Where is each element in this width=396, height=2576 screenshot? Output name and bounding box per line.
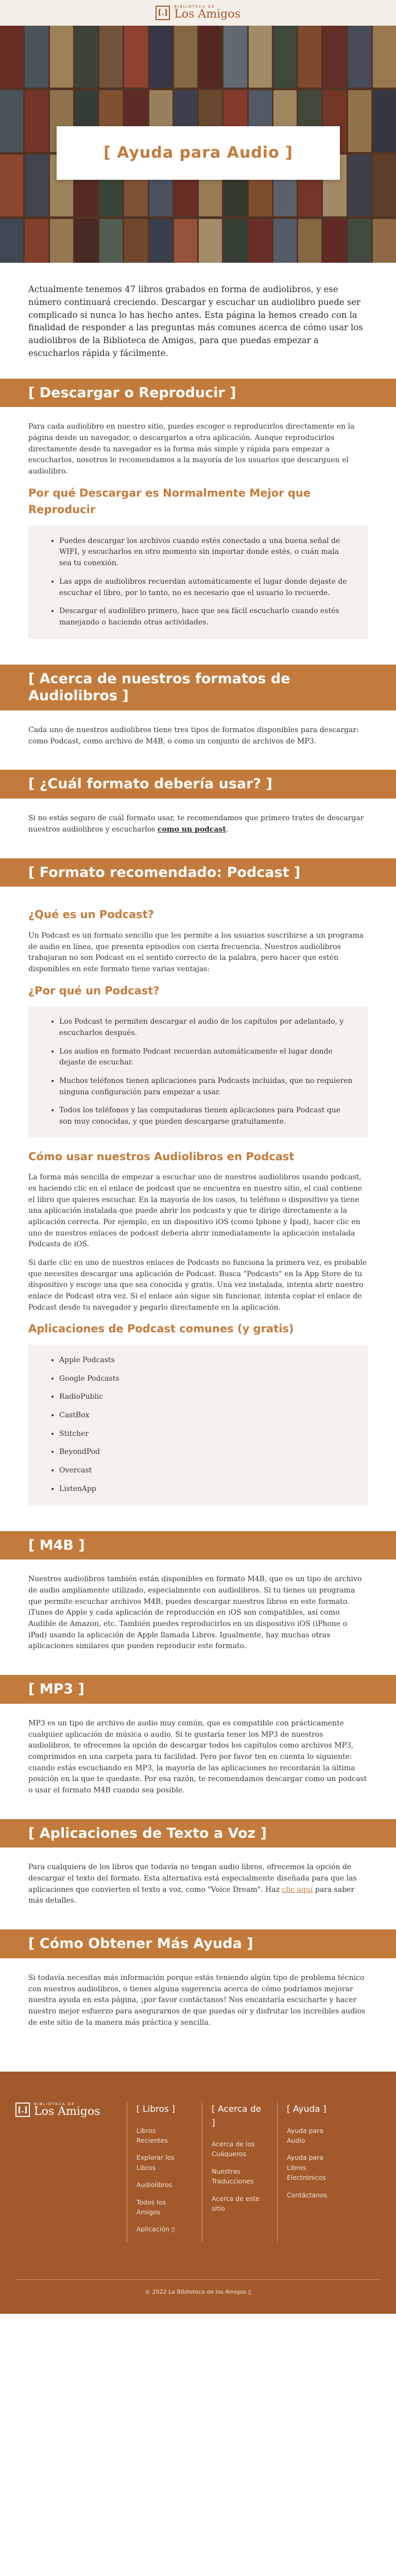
- site-logo[interactable]: [.] BIBLIOTECA DE Los Amigos: [156, 5, 240, 20]
- footer-link[interactable]: Todos los Amigos: [136, 2197, 188, 2217]
- logo-mark-icon: [.]: [15, 2103, 30, 2117]
- footer-col-libros: [ Libros ] Libros Recientes Explorar los…: [127, 2103, 188, 2242]
- section-m4b: Nuestros audiolibros también están dispo…: [0, 1560, 396, 1675]
- site-footer: [.] BIBLIOTECA DE Los Amigos [ Libros ] …: [0, 2072, 396, 2314]
- list-item: Descargar el audiolibro primero, hace qu…: [59, 606, 353, 628]
- section-texto-voz: Para cualquiera de los libros que todaví…: [0, 1848, 396, 1929]
- list-item: Los Podcast te permiten descargar el aud…: [59, 1016, 353, 1039]
- podcast-benefits-card: Los Podcast te permiten descargar el aud…: [28, 1006, 368, 1138]
- hero-banner: [ Ayuda para Audio ]: [0, 26, 396, 263]
- footer-link[interactable]: Audiolibros: [136, 2180, 188, 2190]
- list-item: Apple Podcasts: [59, 1355, 353, 1366]
- footer-logo-big: Los Amigos: [34, 2105, 100, 2119]
- list-item: CastBox: [59, 1410, 353, 1421]
- podcast-link[interactable]: como un podcast: [158, 825, 226, 834]
- footer-logo[interactable]: [.] BIBLIOTECA DE Los Amigos: [15, 2103, 113, 2241]
- top-header: [.] BIBLIOTECA DE Los Amigos: [0, 0, 396, 26]
- subheading-podcast-apps: Aplicaciones de Podcast comunes (y grati…: [28, 1323, 294, 1335]
- click-here-link[interactable]: clic aquí: [282, 1886, 313, 1894]
- subheading-why-podcast: ¿Por qué un Podcast?: [28, 984, 160, 997]
- footer-link[interactable]: Nuestras Traducciones: [212, 2166, 264, 2187]
- footer-col-ayuda: [ Ayuda ] Ayuda para Audio Ayuda para Li…: [277, 2103, 339, 2242]
- section-descargar: Para cada audiolibro en nuestro sitio, p…: [0, 407, 396, 664]
- list-item: Puedes descargar los archivos cuando est…: [59, 536, 353, 569]
- list-item: Stitcher: [59, 1429, 353, 1440]
- footer-divider: [15, 2279, 381, 2280]
- section-heading-mp3: [ MP3 ]: [0, 1675, 396, 1704]
- subheading-why-download: Por qué Descargar es Normalmente Mejor q…: [28, 486, 311, 516]
- logo-big-text: Los Amigos: [174, 8, 240, 21]
- podcast-apps-card: Apple Podcasts Google Podcasts RadioPubl…: [28, 1345, 368, 1505]
- footer-link[interactable]: Contáctanos: [287, 2190, 339, 2200]
- intro-paragraph: Actualmente tenemos 47 libros grabados e…: [28, 284, 363, 358]
- mp3-paragraph: MP3 es un tipo de archivo de audio muy c…: [28, 1719, 367, 1794]
- section-heading-formatos: [ Acerca de nuestros formatos de Audioli…: [0, 664, 396, 711]
- list-item: RadioPublic: [59, 1392, 353, 1403]
- footer-col-title: [ Ayuda ]: [287, 2104, 326, 2115]
- logo-mark-icon: [.]: [156, 5, 170, 20]
- footer-link[interactable]: Acerca de este sitio: [212, 2194, 264, 2214]
- footer-col-title: [ Libros ]: [136, 2104, 175, 2115]
- list-item: ListenApp: [59, 1484, 353, 1495]
- footer-link[interactable]: Ayuda para Audio: [287, 2126, 339, 2146]
- podcast-troubleshoot-paragraph: Si darle clic en uno de nuestros enlaces…: [28, 1259, 367, 1312]
- footer-link[interactable]: Aplicación ▯: [136, 2224, 188, 2234]
- podcast-howto-paragraph: La forma más sencilla de empezar a escuc…: [28, 1173, 363, 1249]
- ayuda-paragraph: Si todavía necesitas más información por…: [28, 1973, 366, 2027]
- section-heading-podcast: [ Formato recomendado: Podcast ]: [0, 858, 396, 887]
- list-item: Overcast: [59, 1465, 353, 1477]
- texto-paragraph: Para cualquiera de los libros que todaví…: [28, 1863, 357, 1905]
- section-heading-cual: [ ¿Cuál formato debería usar? ]: [0, 770, 396, 799]
- cual-paragraph: Si no estás seguro de cuál formato usar,…: [28, 814, 364, 834]
- section-heading-texto-voz: [ Aplicaciones de Texto a Voz ]: [0, 1819, 396, 1848]
- section-ayuda: Si todavía necesitas más información por…: [0, 1958, 396, 2072]
- section-mp3: MP3 es un tipo de archivo de audio muy c…: [0, 1704, 396, 1819]
- section-heading-m4b: [ M4B ]: [0, 1531, 396, 1560]
- list-item: Los audios en formato Podcast recuerdan …: [59, 1046, 353, 1069]
- section-cual: Si no estás seguro de cuál formato usar,…: [0, 799, 396, 858]
- footer-col-acerca: [ Acerca de ] Acerca de los Cuáqueros Nu…: [202, 2103, 264, 2242]
- footer-link[interactable]: Ayuda para Libros Electrónicos: [287, 2153, 339, 2182]
- m4b-paragraph: Nuestros audiolibros también están dispo…: [28, 1575, 362, 1651]
- section-formatos: Cada uno de nuestros audiolibros tiene t…: [0, 710, 396, 770]
- list-item: Todos los teléfonos y las computadoras t…: [59, 1105, 353, 1127]
- list-item: Las apps de audiolibros recuerdan automá…: [59, 577, 353, 599]
- page-title: [ Ayuda para Audio ]: [104, 143, 293, 162]
- formatos-paragraph: Cada uno de nuestros audiolibros tiene t…: [28, 726, 359, 745]
- footer-link[interactable]: Acerca de los Cuáqueros: [212, 2139, 264, 2159]
- section-podcast: ¿Qué es un Podcast? Un Podcast es un for…: [0, 887, 396, 1531]
- footer-link[interactable]: Libros Recientes: [136, 2126, 188, 2146]
- footer-copyright: © 2022 La Biblioteca de los Amigos ▯: [145, 2289, 251, 2296]
- section-heading-ayuda: [ Cómo Obtener Más Ayuda ]: [0, 1929, 396, 1958]
- list-item: Muchos teléfonos tienen aplicaciones par…: [59, 1076, 353, 1098]
- hero-title-box: [ Ayuda para Audio ]: [57, 126, 340, 180]
- podcast-paragraph: Un Podcast es un formato sencillo que le…: [28, 931, 364, 973]
- benefits-card: Puedes descargar los archivos cuando est…: [28, 525, 368, 639]
- list-item: Google Podcasts: [59, 1374, 353, 1385]
- descargar-paragraph: Para cada audiolibro en nuestro sitio, p…: [28, 422, 355, 476]
- subheading-how-to-use: Cómo usar nuestros Audiolibros en Podcas…: [28, 1150, 295, 1163]
- list-item: BeyondPod: [59, 1447, 353, 1458]
- footer-link[interactable]: Explorar los Libros: [136, 2153, 188, 2173]
- section-heading-descargar: [ Descargar o Reproducir ]: [0, 378, 396, 408]
- subheading-what-is-podcast: ¿Qué es un Podcast?: [28, 908, 154, 921]
- footer-col-title: [ Acerca de ]: [212, 2104, 262, 2128]
